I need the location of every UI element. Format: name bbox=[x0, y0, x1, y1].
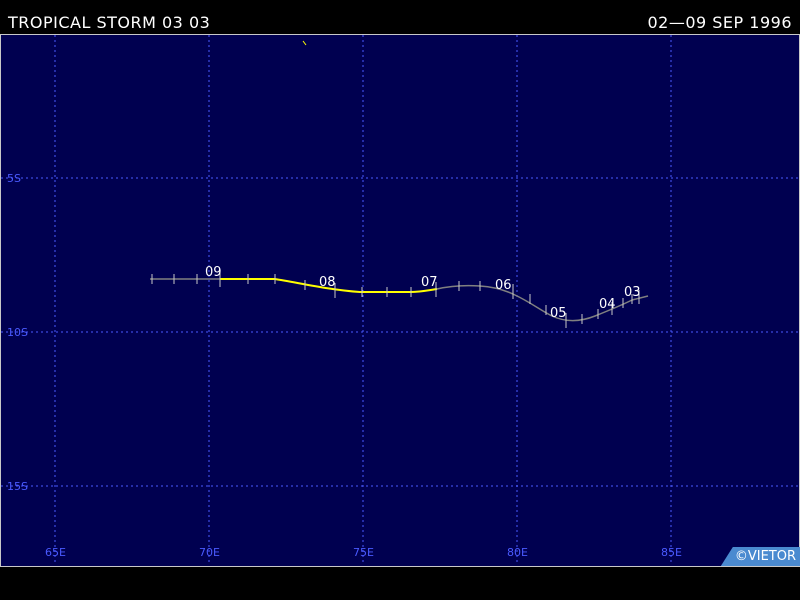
lat-label-15s: 15S bbox=[7, 480, 28, 493]
track-segment-east bbox=[436, 284, 649, 322]
stray-mark bbox=[302, 40, 307, 46]
lon-label-75e: 75E bbox=[353, 546, 374, 559]
day-label-04: 04 bbox=[599, 297, 616, 312]
day-label-05: 05 bbox=[550, 306, 567, 321]
lon-label-80e: 80E bbox=[507, 546, 528, 559]
latitude-gridlines bbox=[1, 177, 798, 487]
day-label-09: 09 bbox=[205, 265, 222, 280]
track-map: 65E 70E 75E 80E 85E 5S 10S 15S 03 04 05 … bbox=[1, 35, 798, 565]
credit-badge: ©VIETOR bbox=[720, 547, 800, 566]
day-label-08: 08 bbox=[319, 275, 336, 290]
lon-label-85e: 85E bbox=[661, 546, 682, 559]
lat-label-5s: 5S bbox=[7, 172, 21, 185]
lon-label-70e: 70E bbox=[199, 546, 220, 559]
lon-label-65e: 65E bbox=[45, 546, 66, 559]
lat-label-10s: 10S bbox=[7, 326, 28, 339]
day-label-06: 06 bbox=[495, 278, 512, 293]
day-label-07: 07 bbox=[421, 275, 438, 290]
day-label-03: 03 bbox=[624, 285, 641, 300]
